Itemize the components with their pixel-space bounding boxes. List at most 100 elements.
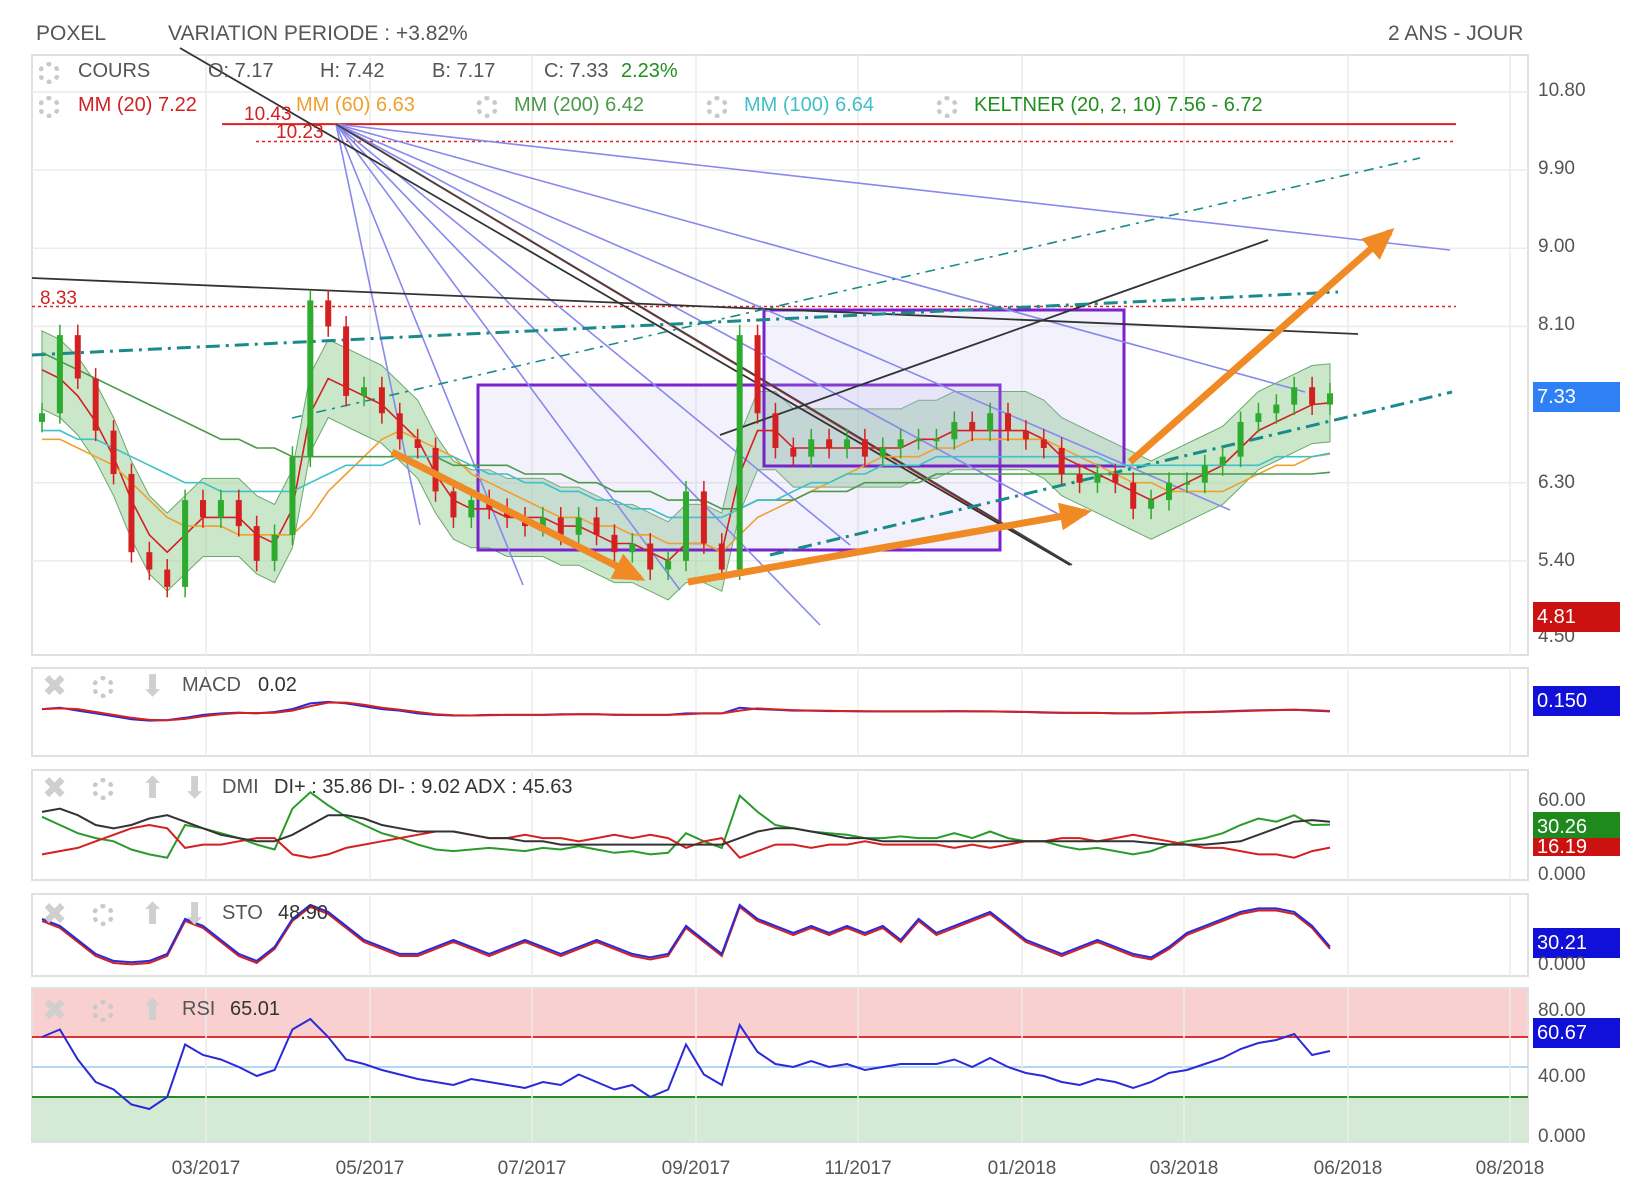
candle-body [110,430,117,475]
candle-body [92,378,99,431]
close-value: C: 7.33 [544,60,609,82]
mm100-settings-icon[interactable] [706,96,728,118]
candle-body [987,413,994,431]
candle-body [253,526,260,561]
x-tick: 01/2018 [987,1158,1057,1179]
sto-move-down-icon[interactable]: ⬇ [182,900,207,930]
candle-body [969,421,976,431]
keltner-settings-icon[interactable] [936,96,958,118]
candle-body [879,447,886,457]
dmi-minus-badge: 16.19 [1533,838,1620,856]
dmi-move-up-icon[interactable]: ⬆ [140,774,165,804]
candle-body [1309,387,1316,405]
candle-body [808,439,815,457]
rsi-oversold-zone [33,1097,1527,1141]
candle-body [1076,474,1083,483]
candle-body [182,500,189,587]
x-tick: 03/2018 [1149,1158,1219,1179]
candle-body [128,474,135,553]
x-tick: 08/2018 [1475,1158,1545,1179]
close-change: 2.23% [621,60,678,82]
dmi-move-down-icon[interactable]: ⬇ [182,774,207,804]
symbol-title: POXEL [36,22,107,45]
mm100-label: MM (100) 6.64 [744,94,875,116]
candle-body [271,534,278,561]
candle-body [1273,404,1280,414]
price-tick: 5.40 [1538,550,1575,571]
rsi-value: 65.01 [230,998,281,1020]
candle-body [1327,393,1333,405]
macd-move-down-icon[interactable]: ⬇ [140,672,165,702]
candle-body [683,491,689,561]
period-selector[interactable]: 2 ANS - JOUR [1388,22,1523,46]
sto-label: STO [222,902,263,924]
price-tick: 8.10 [1538,314,1575,335]
last-price-badge: 7.33 [1533,382,1620,412]
x-tick: 11/2017 [824,1158,892,1179]
mm20-settings-icon[interactable] [38,96,60,118]
candle-body [718,543,725,570]
mm20-label: MM (20) 7.22 [78,94,197,116]
candle-body [1201,465,1208,483]
candle-body [700,491,707,544]
candle-body [325,300,332,327]
rsi-settings-icon[interactable] [92,1000,114,1022]
candle-body [1130,482,1137,509]
variation-periode: VARIATION PERIODE : +3.82% [168,22,468,45]
candle-body [200,500,206,518]
rsi-close-icon[interactable]: ✖ [42,996,67,1026]
keltner-label: KELTNER (20, 2, 10) 7.56 - 6.72 [974,94,1263,116]
open-value: O: 7.17 [208,60,274,82]
macd-close-icon[interactable]: ✖ [42,672,67,702]
rsi-label: RSI [182,998,216,1020]
rsi-tick: 80.00 [1538,1000,1586,1021]
dmi-value: DI+ : 35.86 DI- : 9.02 ADX : 45.63 [274,776,573,798]
dmi-label: DMI [222,776,259,798]
candle-body [933,439,940,442]
consolidation-box [762,308,1126,468]
macd-badge: 0.150 [1533,686,1620,716]
candle-body [754,335,761,414]
sto-close-icon[interactable]: ✖ [42,900,67,930]
high-value: H: 7.42 [320,60,385,82]
mm200-settings-icon[interactable] [476,96,498,118]
low-value: B: 7.17 [432,60,496,82]
candle-body [826,439,833,448]
candle-body [1183,482,1190,485]
sto-settings-icon[interactable] [92,904,114,926]
x-tick: 07/2017 [497,1158,567,1179]
candle-body [1255,413,1262,422]
x-tick: 06/2018 [1313,1158,1383,1179]
candle-body [1219,456,1226,466]
sto-move-up-icon[interactable]: ⬆ [140,900,165,930]
candle-body [361,387,367,396]
candle-body [790,447,797,457]
candle-body [1058,447,1065,475]
candle-body [665,560,672,570]
candle-body [56,335,63,414]
candle-body [861,439,868,457]
dmi-settings-icon[interactable] [92,778,114,800]
cours-settings-icon[interactable] [38,62,60,84]
candle-body [897,439,904,448]
rsi-move-up-icon[interactable]: ⬆ [140,996,165,1026]
sto-tick: 0.000 [1538,954,1586,975]
candle-body [1094,474,1101,483]
candle-body [1022,430,1029,440]
resistance-label: 8.33 [40,288,77,309]
candle-body [736,335,743,570]
macd-label: MACD [182,674,241,696]
candle-body [772,413,779,448]
dmi-close-icon[interactable]: ✖ [42,774,67,804]
candle-body [1040,439,1047,448]
candle-body [1005,413,1011,431]
candle-body [1237,421,1244,457]
candle-body [235,500,242,527]
macd-value: 0.02 [258,674,297,696]
macd-settings-icon[interactable] [92,676,114,698]
candle-body [146,552,153,570]
candle-body [307,300,314,457]
mm60-label: MM (60) 6.63 [296,94,415,116]
dmi-tick: 0.000 [1538,864,1586,885]
rsi-tick: 0.000 [1538,1126,1586,1147]
